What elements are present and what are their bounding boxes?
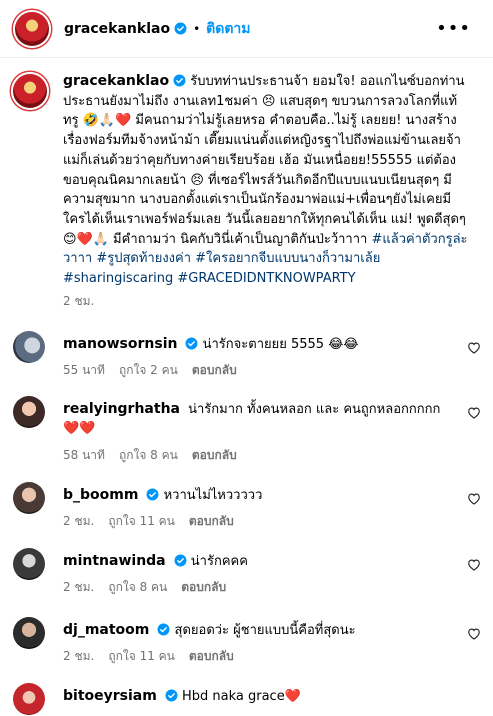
comment-item: dj_matoom สุดยอดว่ะ ผู้ชายแบบนี้คือที่สุ… — [0, 617, 493, 687]
comment-item: bitoeyrsiam Hbd naka grace❤️ — [0, 683, 493, 716]
comment-item: mintnawinda น่ารักคคค 2 ชม. ถูกใจ 8 คน ตอบ… — [0, 548, 493, 618]
commenter-username[interactable]: realyingrhatha — [63, 401, 180, 417]
reply-button[interactable]: ตอบกลับ — [192, 363, 237, 377]
comment-time: 2 ชม. — [63, 649, 95, 663]
caption-body: gracekanklao รับบทท่านประธานจ้า ยอมใจ! อ… — [63, 72, 471, 289]
comment-item: manowsornsin น่ารักจะตายยย 5555 😂😂 55 นา… — [0, 331, 493, 401]
more-options-icon[interactable]: ••• — [436, 18, 471, 39]
comment-time: 2 ชม. — [63, 514, 95, 528]
follow-button[interactable]: ติดตาม — [206, 18, 250, 40]
caption-username[interactable]: gracekanklao — [63, 73, 169, 89]
heart-outline-icon[interactable] — [467, 627, 481, 640]
post-header: gracekanklao • ติดตาม ••• — [0, 0, 493, 58]
comment-likes[interactable]: ถูกใจ 2 คน — [119, 363, 178, 377]
comment-likes[interactable]: ถูกใจ 8 คน — [119, 448, 178, 462]
reply-button[interactable]: ตอบกลับ — [189, 514, 234, 528]
verified-badge-icon — [165, 689, 178, 702]
comment-likes[interactable]: ถูกใจ 11 คน — [108, 649, 175, 663]
owner-avatar[interactable] — [13, 9, 51, 48]
post-caption: gracekanklao รับบทท่านประธานจ้า ยอมใจ! อ… — [0, 72, 493, 289]
commenter-avatar[interactable] — [13, 482, 45, 514]
separator-dot: • — [193, 21, 201, 36]
commenter-username[interactable]: dj_matoom — [63, 622, 149, 638]
comment-likes[interactable]: ถูกใจ 8 คน — [108, 580, 167, 594]
comment-item: b_boomm หวานไม่ไหววววว 2 ชม. ถูกใจ 11 คน ต… — [0, 482, 493, 552]
comment-time: 2 ชม. — [63, 580, 95, 594]
verified-badge-icon — [157, 623, 170, 636]
verified-badge-icon — [173, 74, 186, 87]
verified-badge-icon — [186, 337, 198, 350]
comment-text: น่ารักคคค — [190, 554, 248, 569]
comment-time: 55 นาที — [63, 363, 105, 377]
commenter-avatar[interactable] — [13, 331, 45, 363]
reply-button[interactable]: ตอบกลับ — [189, 649, 234, 663]
verified-badge-icon — [174, 22, 187, 35]
caption-text: รับบทท่านประธานจ้า ยอมใจ! ออแกไนซ์บอกท่า… — [63, 74, 471, 247]
verified-badge-icon — [174, 554, 187, 567]
comment-text: Hbd naka grace❤️ — [181, 689, 301, 704]
comment-text: สุดยอดว่ะ ผู้ชายแบบนี้คือที่สุดนะ — [174, 623, 356, 638]
commenter-avatar[interactable] — [13, 396, 45, 428]
commenter-username[interactable]: mintnawinda — [63, 553, 166, 569]
caption-timestamp: 2 ชม. — [63, 294, 95, 308]
commenter-username[interactable]: bitoeyrsiam — [63, 688, 157, 704]
heart-outline-icon[interactable] — [467, 492, 481, 505]
heart-outline-icon[interactable] — [467, 406, 481, 419]
commenter-avatar[interactable] — [13, 617, 45, 649]
reply-button[interactable]: ตอบกลับ — [192, 448, 237, 462]
commenter-username[interactable]: manowsornsin — [63, 336, 177, 352]
commenter-username[interactable]: b_boomm — [63, 487, 138, 503]
verified-badge-icon — [147, 488, 159, 501]
commenter-avatar[interactable] — [13, 548, 45, 580]
comment-text: น่ารักจะตายยย 5555 😂😂 — [202, 337, 359, 352]
heart-outline-icon[interactable] — [467, 341, 481, 354]
heart-outline-icon[interactable] — [467, 558, 481, 571]
comment-time: 58 นาที — [63, 448, 105, 462]
comment-likes[interactable]: ถูกใจ 11 คน — [108, 514, 175, 528]
comment-text: หวานไม่ไหววววว — [163, 488, 263, 503]
reply-button[interactable]: ตอบกลับ — [181, 580, 226, 594]
caption-owner-avatar[interactable] — [11, 72, 49, 110]
commenter-avatar[interactable] — [13, 683, 45, 715]
comment-item: realyingrhatha น่ารักมาก ทั้งคนหลอก และ … — [0, 396, 493, 466]
header-username[interactable]: gracekanklao — [64, 21, 170, 37]
